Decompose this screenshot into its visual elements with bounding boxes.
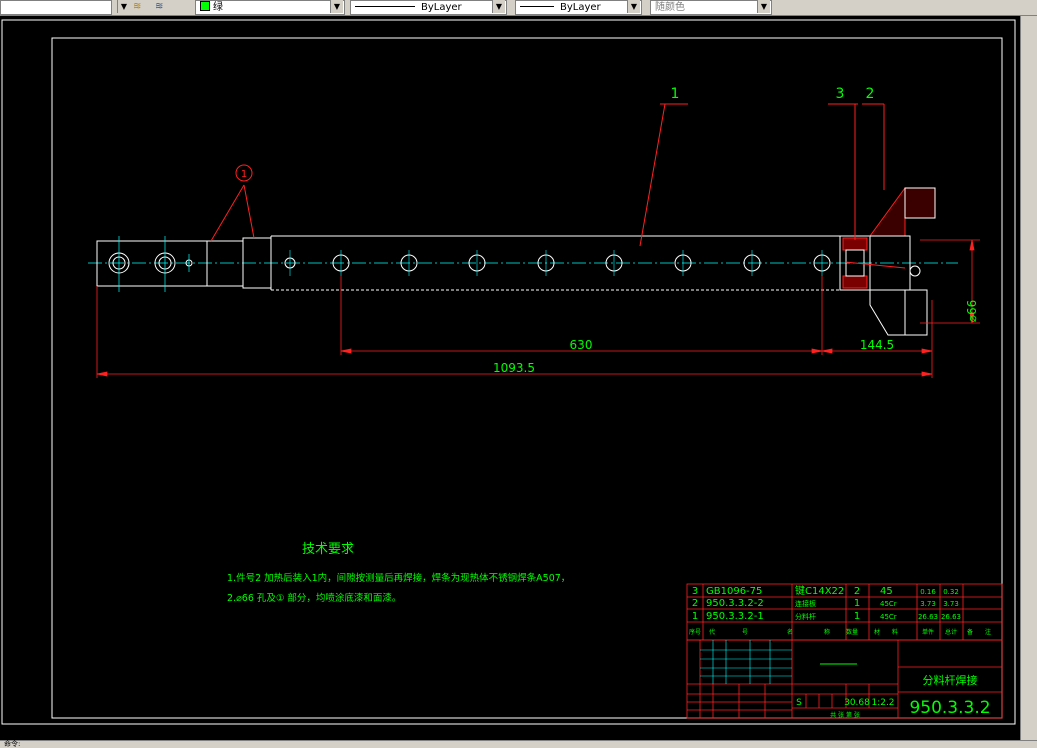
color-swatch xyxy=(200,1,210,11)
balloon-1: 1 xyxy=(671,86,680,102)
bom-cell-name: 分料杆 xyxy=(795,612,816,621)
sheet-label: 共 张 第 张 xyxy=(830,711,860,719)
bom-header-cell: 代 xyxy=(709,628,715,636)
weld-balloon-number: 1 xyxy=(241,169,247,180)
bom-cell-mat: 45Cr xyxy=(880,600,897,608)
bom-cell-code: GB1096-75 xyxy=(706,586,762,597)
bom-cell-code: 950.3.3.2-1 xyxy=(706,611,764,622)
bom-header-cell: 称 xyxy=(824,628,830,636)
bom-cell-code: 950.3.3.2-2 xyxy=(706,598,764,609)
bom-header-cell: 号 xyxy=(742,629,748,636)
properties-toolbar: ▼ ≋ ≋ 绿 ▼ ByLayer ▼ ByLayer ▼ 随颜色 ▼ xyxy=(0,0,1037,16)
scale-value: 1:2.2 xyxy=(871,698,894,708)
bom-rows: 3 GB1096-75 键C14X22 2 45 0.16 0.32 2 950.3.3.2-2… xyxy=(692,584,961,622)
bom-header-cell: 名 xyxy=(787,628,793,636)
bom-row: 2 950.3.3.2-2 连接板 1 45Cr 3.73 3.73 xyxy=(692,598,959,609)
linetype-dropdown[interactable]: ByLayer xyxy=(350,0,507,15)
layer-previous-icon[interactable]: ≋ xyxy=(155,0,169,13)
right-fitting xyxy=(839,187,936,336)
leader-lines xyxy=(210,103,906,269)
part-name: 分料杆焊接 xyxy=(923,673,978,687)
linetype-preview xyxy=(355,6,415,7)
bom-header: 序号代 号 名 称 数量 材 料 单件 总计 备 注 xyxy=(689,628,991,636)
color-label: 绿 xyxy=(213,2,223,13)
dim-1093-5: 1093.5 xyxy=(493,361,535,375)
bom-header-cell: 料 xyxy=(892,628,898,636)
bom-cell-name: 键C14X22 xyxy=(795,584,844,597)
bom-cell-w2: 0.32 xyxy=(943,588,959,596)
title-block-inner-grid xyxy=(700,640,792,684)
dim-144-5: 144.5 xyxy=(860,338,894,352)
tech-line-2: 2.⌀66 孔及① 部分，均喷涂底漆和面漆。 xyxy=(227,592,401,604)
lineweight-dropdown[interactable]: ByLayer xyxy=(515,0,642,15)
lineweight-preview xyxy=(520,6,554,7)
vertical-scrollbar[interactable] xyxy=(1020,16,1037,740)
bom-cell-qty: 1 xyxy=(854,598,860,609)
left-hole-centerlines xyxy=(118,236,190,292)
drawing-canvas[interactable]: 1 3 2 1 630 144.5 1093.5 ⌀66 技术要求 1.件号2 … xyxy=(0,16,1020,740)
linetype-label: ByLayer xyxy=(421,2,462,13)
bom-cell-name: 连接板 xyxy=(795,599,816,608)
bom-header-cell: 备 xyxy=(967,628,973,636)
bom-header-cell: 数量 xyxy=(846,628,858,636)
tech-title: 技术要求 xyxy=(302,542,354,557)
linetype-dropdown-arrow[interactable]: ▼ xyxy=(492,0,505,13)
lineweight-dropdown-arrow[interactable]: ▼ xyxy=(627,0,640,13)
stage-mark: S xyxy=(796,698,802,708)
color-dropdown[interactable]: 绿 xyxy=(195,0,345,15)
bom-row: 1 950.3.3.2-1 分料杆 1 45Cr 26.63 26.63 xyxy=(692,611,961,622)
plotstyle-label: 随颜色 xyxy=(655,2,685,13)
bom-header-cell: 注 xyxy=(985,628,991,636)
bom-cell-mat: 45Cr xyxy=(880,613,897,621)
bom-header-cell: 材 xyxy=(874,628,880,636)
bom-cell-no: 2 xyxy=(692,598,698,609)
cad-drawing: 1 3 2 1 630 144.5 1093.5 ⌀66 技术要求 1.件号2 … xyxy=(1,19,1016,725)
lineweight-label: ByLayer xyxy=(560,2,601,13)
dim-630: 630 xyxy=(570,338,593,352)
color-dropdown-arrow[interactable]: ▼ xyxy=(330,0,343,13)
bom-row: 3 GB1096-75 键C14X22 2 45 0.16 0.32 xyxy=(692,584,959,597)
bom-cell-qty: 2 xyxy=(854,586,860,597)
bom-cell-w1: 26.63 xyxy=(918,613,938,621)
tech-line-1: 1.件号2 加热后装入1内，间隙按测量后再焊接，焊条为现热体不锈钢焊条A507， xyxy=(227,572,570,584)
bom-header-cell: 总计 xyxy=(945,628,957,636)
bom-cell-w1: 3.73 xyxy=(920,600,936,608)
layer-stack-icon[interactable]: ≋ xyxy=(133,0,147,13)
balloon-2: 2 xyxy=(866,86,875,102)
layer-dropdown-tail[interactable] xyxy=(0,0,112,15)
bom-cell-w2: 26.63 xyxy=(941,613,961,621)
bom-header-cell: 序号 xyxy=(689,628,701,636)
plotstyle-dropdown-arrow[interactable]: ▼ xyxy=(757,0,770,13)
bom-cell-no: 3 xyxy=(692,586,698,597)
weight-value: 30.68 xyxy=(844,698,870,708)
plotstyle-dropdown[interactable]: 随颜色 xyxy=(650,0,772,15)
bom-cell-qty: 1 xyxy=(854,611,860,622)
layer-dropdown-arrow[interactable]: ▼ xyxy=(117,0,130,13)
balloon-3: 3 xyxy=(836,86,845,102)
dim-dia66: ⌀66 xyxy=(965,300,979,323)
bom-cell-w2: 3.73 xyxy=(943,600,959,608)
drawing-number: 950.3.3.2 xyxy=(909,698,990,718)
bom-cell-mat: 45 xyxy=(880,586,893,597)
bom-cell-no: 1 xyxy=(692,611,698,622)
bom-cell-w1: 0.16 xyxy=(920,588,936,596)
bom-header-cell: 单件 xyxy=(922,628,934,636)
